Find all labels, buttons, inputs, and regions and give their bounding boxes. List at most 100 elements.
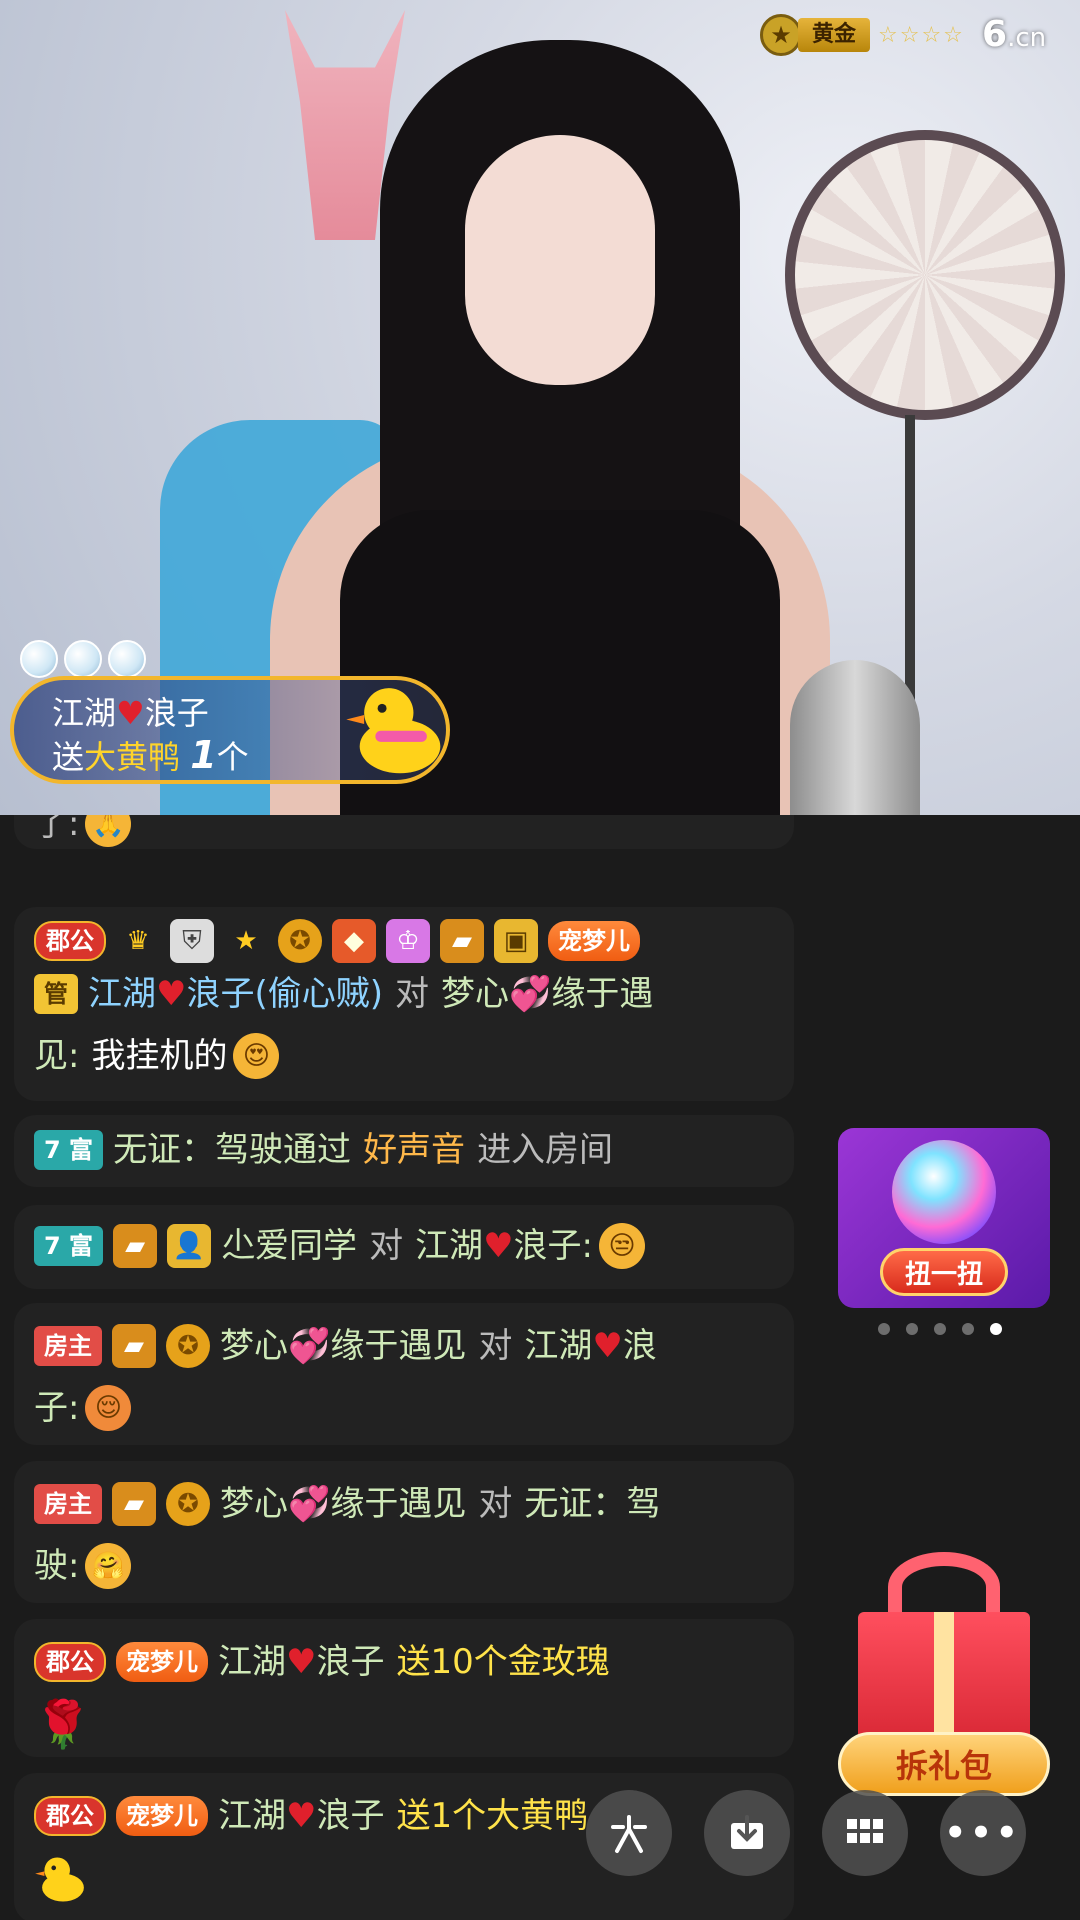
heart-icon: ♥	[156, 974, 187, 1014]
pet-badge: 宠梦儿	[116, 1796, 208, 1836]
pet-badge: 宠梦儿	[116, 1642, 208, 1682]
rank-badge: 郡公	[34, 1642, 106, 1682]
gacha-ball-icon	[892, 1140, 996, 1244]
microphone-decor	[790, 660, 920, 815]
message-line: 驶: 🤗	[34, 1535, 776, 1597]
gift-sent-text: 送大黄鸭 1个	[52, 733, 249, 777]
chat-message[interactable]: 房主 ▰ ✪ 梦心 💞 缘于遇见 对 江湖 ♥ 浪 子: 😌	[14, 1303, 794, 1445]
bubble-decor	[20, 640, 146, 678]
rank-badge: 郡公	[34, 921, 106, 961]
more-button[interactable]: •••	[940, 1790, 1026, 1876]
gift-text: 送1个大黄鸭	[396, 1796, 589, 1836]
chat-message[interactable]: 郡公 宠梦儿 江湖 ♥ 浪子 送10个金玫瑰 🌹	[14, 1619, 794, 1757]
username[interactable]: 梦心	[220, 1473, 288, 1535]
hugging-emoji-icon: 🤗	[85, 1543, 132, 1589]
chat-message[interactable]: 房主 ▰ ✪ 梦心 💞 缘于遇见 对 无证：驾 驶: 🤗	[14, 1461, 794, 1603]
carousel-dot[interactable]	[906, 1323, 918, 1335]
message-line: 子: 😌	[34, 1377, 776, 1439]
medal-icon: ✪	[166, 1324, 210, 1368]
verb-text: 对	[478, 1326, 513, 1366]
target-username[interactable]: 无证：驾	[524, 1473, 660, 1535]
message-text: 我挂机的	[91, 1036, 228, 1076]
yellow-duck-icon	[346, 688, 441, 774]
carousel-dot[interactable]	[962, 1323, 974, 1335]
gift-box-icon: ◆	[332, 919, 376, 963]
anchor-level-badge[interactable]: ★ 黄金 ☆☆☆☆	[760, 14, 965, 56]
username[interactable]: 无证：驾驶通过	[113, 1119, 351, 1181]
target-username-tail[interactable]: 浪子:	[514, 1215, 593, 1277]
logo-suffix: .cn	[1007, 23, 1047, 53]
username[interactable]: 江湖	[218, 1785, 286, 1847]
target-username-end: 子:	[34, 1388, 80, 1428]
unamused-emoji-icon: 😒	[599, 1223, 646, 1269]
target-username[interactable]: 江湖	[415, 1215, 483, 1277]
level-stars: ☆☆☆☆	[878, 22, 965, 48]
carousel-dot-active[interactable]	[990, 1323, 1002, 1335]
message-line: 见: 我挂机的 😍	[34, 1025, 776, 1087]
carousel-dots	[878, 1323, 1002, 1335]
gacha-button[interactable]: 扭一扭	[880, 1248, 1008, 1296]
shield-icon: ⛨	[170, 919, 214, 963]
verb-text: 对	[395, 974, 430, 1014]
target-username-tail[interactable]: 缘于遇	[551, 963, 653, 1025]
open-gift-pack-button[interactable]: 拆礼包	[838, 1732, 1050, 1796]
message-line: 7 富 无证：驾驶通过 好声音 进入房间	[34, 1119, 776, 1181]
username-tail[interactable]: 浪子	[316, 1785, 384, 1847]
chat-message[interactable]: 郡公 ♛ ⛨ ★ ✪ ◆ ♔ ▰ ▣ 宠梦儿 管 江湖 ♥ 浪子(偷心贼) 对 梦心…	[14, 907, 794, 1101]
heart-icon: ♥	[286, 1642, 317, 1682]
hearts-icon: 💞	[288, 1484, 331, 1524]
message-line: 🌹	[34, 1693, 776, 1755]
chat-message[interactable]: 郡公 宠梦儿 江湖 ♥ 浪子 送1个大黄鸭	[14, 1773, 794, 1920]
star-medal-icon: ★	[760, 14, 802, 56]
chat-list[interactable]: 了: 🙏 郡公 ♛ ⛨ ★ ✪ ◆ ♔ ▰ ▣ 宠梦儿 管 江湖 ♥ 浪子(偷心贼) …	[14, 815, 794, 1920]
heart-icon: ♥	[286, 1796, 317, 1836]
crown-icon: ♛	[126, 926, 150, 956]
gacha-widget[interactable]: 扭一扭	[838, 1128, 1050, 1308]
yellow-duck-icon	[35, 1857, 84, 1902]
apps-button[interactable]	[822, 1790, 908, 1876]
heart-icon: ♥	[592, 1326, 623, 1366]
live-video[interactable]: ★ 黄金 ☆☆☆☆ 6.cn 江湖♥浪子 送大黄鸭 1个	[0, 0, 1080, 815]
highlight-text: 好声音	[363, 1130, 466, 1170]
chat-message[interactable]: 7 富 ▰ 👤 尐爱同学 对 江湖 ♥ 浪子: 😒	[14, 1205, 794, 1289]
streamer-face	[465, 135, 655, 385]
message-line: 房主 ▰ ✪ 梦心 💞 缘于遇见 对 无证：驾	[34, 1473, 776, 1535]
message-line: 7 富 ▰ 👤 尐爱同学 对 江湖 ♥ 浪子: 😒	[34, 1215, 776, 1277]
chat-icon	[611, 1815, 647, 1853]
chat-button[interactable]	[586, 1790, 672, 1876]
chat-message[interactable]: 7 富 无证：驾驶通过 好声音 进入房间	[14, 1115, 794, 1187]
username[interactable]: 江湖	[88, 963, 156, 1025]
target-username[interactable]: 江湖	[524, 1315, 592, 1377]
username[interactable]: 梦心	[220, 1315, 288, 1377]
heart-icon: ♥	[116, 694, 145, 732]
username-tail[interactable]: 浪子	[316, 1631, 384, 1693]
user-card-icon: 👤	[167, 1224, 212, 1268]
wealth-badge: 7 富	[34, 1130, 104, 1170]
gift-pack-widget[interactable]: 拆礼包	[838, 1552, 1050, 1802]
verb-text: 对	[369, 1226, 404, 1266]
heart-icon: ♥	[483, 1226, 514, 1266]
download-icon	[731, 1815, 763, 1849]
download-button[interactable]	[704, 1790, 790, 1876]
partial-text: 了:	[34, 815, 80, 844]
owner-badge: 房主	[34, 1484, 102, 1524]
emoji-icon: 🙏	[85, 815, 132, 847]
carousel-dot[interactable]	[878, 1323, 890, 1335]
medal-icon: ✪	[278, 919, 322, 963]
username-tail[interactable]: 浪子(偷心贼)	[186, 963, 383, 1025]
username-tail[interactable]: 缘于遇见	[330, 1315, 466, 1377]
pet-badge: 宠梦儿	[548, 921, 640, 961]
target-username-end: 见:	[34, 1036, 80, 1076]
username[interactable]: 江湖	[218, 1631, 286, 1693]
message-line: 管 江湖 ♥ 浪子(偷心贼) 对 梦心 💞 缘于遇	[34, 963, 776, 1025]
gold-bar-icon: ▰	[112, 1324, 156, 1368]
username[interactable]: 尐爱同学	[221, 1215, 357, 1277]
username-tail[interactable]: 缘于遇见	[330, 1473, 466, 1535]
carousel-dot[interactable]	[934, 1323, 946, 1335]
rank-badge: 郡公	[34, 1796, 106, 1836]
target-username[interactable]: 梦心	[441, 963, 509, 1025]
target-username-tail[interactable]: 浪	[623, 1315, 657, 1377]
apps-icon	[847, 1819, 883, 1843]
message-text: 进入房间	[477, 1130, 614, 1170]
verb-text: 对	[478, 1484, 513, 1524]
